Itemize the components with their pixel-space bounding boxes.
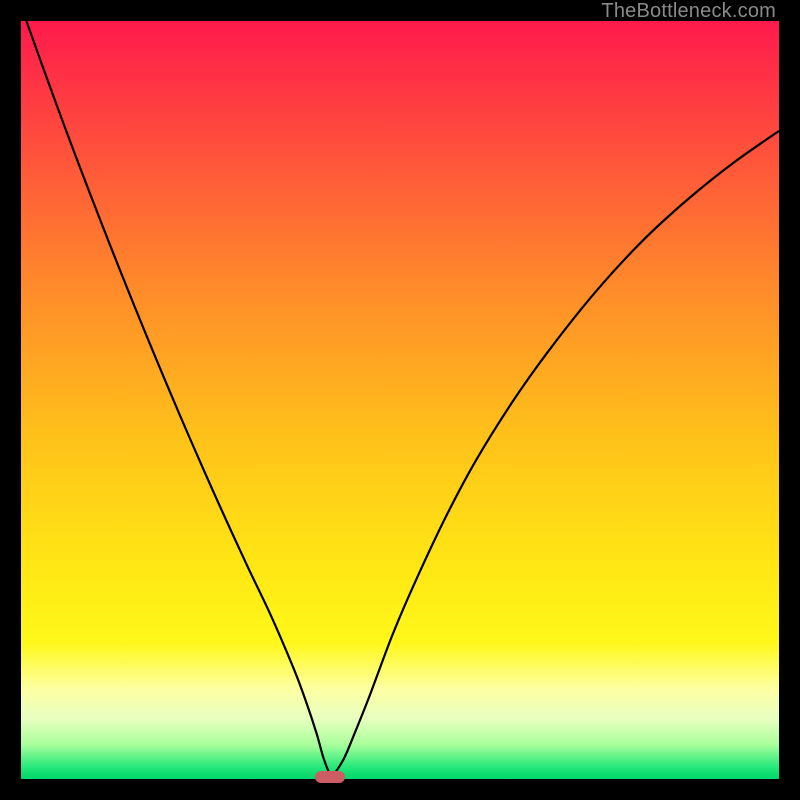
gradient-background — [21, 21, 779, 779]
optimum-marker — [315, 771, 345, 783]
watermark-text: TheBottleneck.com — [601, 0, 776, 23]
chart-canvas — [21, 21, 779, 779]
chart-frame — [21, 21, 779, 779]
